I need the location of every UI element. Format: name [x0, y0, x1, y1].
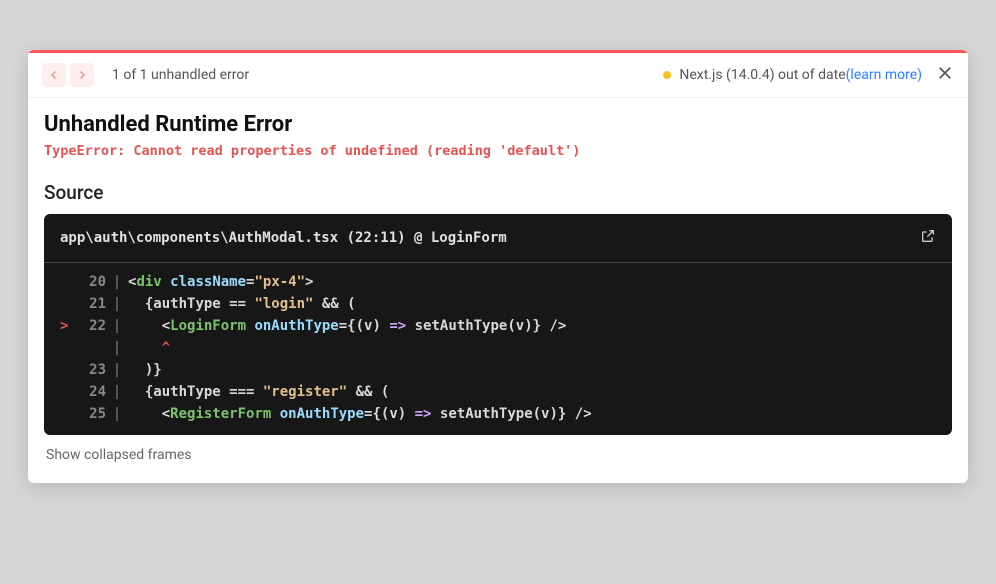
gutter-pipe: | — [106, 296, 128, 312]
close-button[interactable] — [936, 64, 954, 86]
file-location: app\auth\components\AuthModal.tsx (22:11… — [60, 230, 507, 246]
code-content: <div className="px-4"> — [128, 274, 936, 290]
next-error-button[interactable] — [70, 63, 94, 87]
line-marker — [60, 274, 78, 290]
code-content: <RegisterForm onAuthType={(v) => setAuth… — [128, 406, 936, 422]
error-message: TypeError: Cannot read properties of und… — [44, 143, 952, 159]
error-nav — [42, 63, 94, 87]
line-number: 23 — [78, 362, 106, 378]
gutter-pipe: | — [106, 340, 128, 356]
code-content: ^ — [128, 340, 936, 356]
code-content: <LoginForm onAuthType={(v) => setAuthTyp… — [128, 318, 936, 334]
code-line: 25| <RegisterForm onAuthType={(v) => set… — [44, 403, 952, 425]
gutter-pipe: | — [106, 362, 128, 378]
code-line: 20|<div className="px-4"> — [44, 271, 952, 293]
external-link-icon — [920, 228, 936, 244]
gutter-pipe: | — [106, 406, 128, 422]
line-marker — [60, 384, 78, 400]
line-marker: > — [60, 318, 78, 334]
line-number: 22 — [78, 318, 106, 334]
error-title: Unhandled Runtime Error — [44, 112, 952, 137]
code-lines: 20|<div className="px-4">21| {authType =… — [44, 263, 952, 435]
overlay-header: 1 of 1 unhandled error Next.js (14.0.4) … — [28, 53, 968, 98]
error-overlay-card: 1 of 1 unhandled error Next.js (14.0.4) … — [28, 50, 968, 483]
code-line: | ^ — [44, 337, 952, 359]
line-marker — [60, 362, 78, 378]
close-icon — [936, 64, 954, 82]
code-line: 24| {authType === "register" && ( — [44, 381, 952, 403]
overlay-body: Unhandled Runtime Error TypeError: Canno… — [28, 98, 968, 483]
code-content: {authType == "login" && ( — [128, 296, 936, 312]
line-marker — [60, 340, 78, 356]
line-number — [78, 340, 106, 356]
code-location-header: app\auth\components\AuthModal.tsx (22:11… — [44, 214, 952, 263]
line-number: 24 — [78, 384, 106, 400]
code-line: 23| )} — [44, 359, 952, 381]
gutter-pipe: | — [106, 274, 128, 290]
code-content: )} — [128, 362, 936, 378]
line-marker — [60, 296, 78, 312]
open-in-editor-button[interactable] — [920, 228, 936, 248]
code-line: >22| <LoginForm onAuthType={(v) => setAu… — [44, 315, 952, 337]
code-line: 21| {authType == "login" && ( — [44, 293, 952, 315]
code-content: {authType === "register" && ( — [128, 384, 936, 400]
show-collapsed-frames-button[interactable]: Show collapsed frames — [44, 443, 952, 477]
learn-more-link[interactable]: (learn more) — [846, 67, 922, 83]
status-dot-icon — [663, 71, 671, 79]
source-heading: Source — [44, 181, 952, 204]
code-block: app\auth\components\AuthModal.tsx (22:11… — [44, 214, 952, 435]
line-marker — [60, 406, 78, 422]
line-number: 25 — [78, 406, 106, 422]
line-number: 21 — [78, 296, 106, 312]
arrow-left-icon — [48, 69, 60, 81]
arrow-right-icon — [76, 69, 88, 81]
line-number: 20 — [78, 274, 106, 290]
gutter-pipe: | — [106, 384, 128, 400]
version-label: Next.js (14.0.4) out of date — [679, 67, 845, 83]
error-counter: 1 of 1 unhandled error — [112, 67, 249, 83]
gutter-pipe: | — [106, 318, 128, 334]
prev-error-button[interactable] — [42, 63, 66, 87]
